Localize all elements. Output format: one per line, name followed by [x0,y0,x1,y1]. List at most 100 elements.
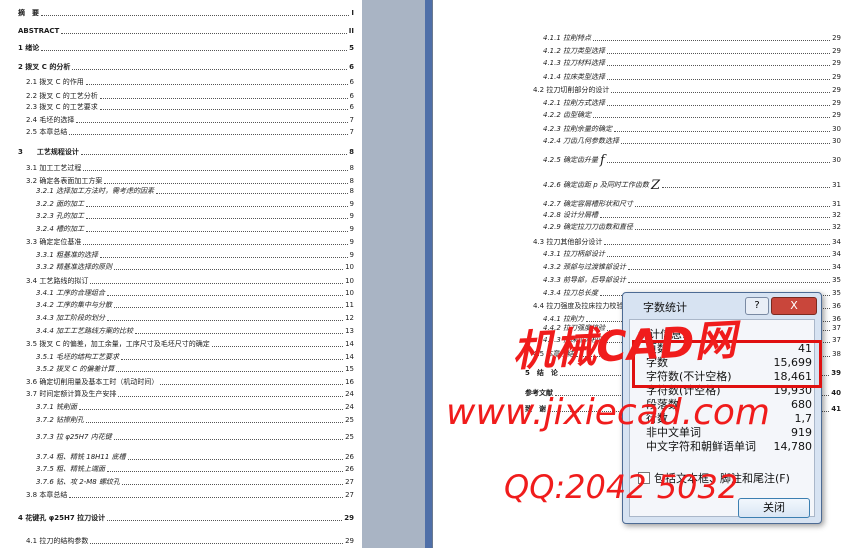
toc-entry-page: 10 [345,277,354,285]
toc-entry-page: 8 [349,187,354,195]
watermark-title: 机械CAD网 [511,315,738,376]
toc-leader-dots [107,520,343,521]
toc-entry[interactable]: 3 工艺规程设计 8 [18,147,354,158]
toc-entry[interactable]: 3.7.4 粗、精铣 18H11 底槽 26 [18,452,354,463]
toc-entry[interactable]: 4.2.7 确定容屑槽形状和尺寸 31 [525,199,841,210]
toc-entry[interactable]: 2.4 毛坯的选择 7 [18,115,354,126]
toc-leader-dots [607,256,831,257]
toc-leader-dots [607,65,831,66]
toc-entry[interactable]: 3.8 本章总结 27 [18,490,354,501]
help-button[interactable]: ? [745,297,769,315]
toc-entry[interactable]: 4.3.3 前导部，后导部设计 35 [525,275,841,286]
toc-entry-title: 4.3.3 前导部，后导部设计 [543,276,627,284]
toc-entry[interactable]: 4.2.4 刀齿几何参数选择 30 [525,136,841,147]
toc-entry-page: 15 [345,365,354,373]
toc-entry[interactable]: 3.4.1 工序的合理组合 10 [18,288,354,299]
toc-leader-dots [86,231,348,232]
toc-entry[interactable]: 2.3 拨叉 C 的工艺要求 6 [18,102,354,113]
toc-entry[interactable]: 4.1.1 拉削特点 29 [525,33,841,44]
toc-entry[interactable]: 3.4.4 加工工艺路线方案的比较 13 [18,326,354,337]
toc-entry[interactable]: ABSTRACT II [18,26,354,37]
toc-leader-dots [661,187,831,188]
toc-entry-page: 29 [832,99,841,107]
toc-leader-dots [114,307,344,308]
toc-entry[interactable]: 4.2 拉刀切削部分的设计 29 [525,85,841,96]
close-icon[interactable]: X [771,297,817,315]
toc-entry-page: 8 [349,164,354,172]
toc-entry[interactable]: 2.2 拨叉 C 的工艺分析 6 [18,91,354,102]
toc-entry[interactable]: 3.7 时间定额计算及生产安排 24 [18,389,354,400]
toc-entry[interactable]: 4.2.3 拉削余量的确定 30 [525,124,841,135]
toc-leader-dots [107,320,344,321]
toc-leader-dots [621,143,831,144]
toc-entry[interactable]: 4.2.2 齿型确定 29 [525,110,841,121]
toc-entry[interactable]: 3.6 确定切削用量及基本工时（机动时间） 16 [18,377,354,388]
toc-entry[interactable]: 3.3 确定定位基准 9 [18,237,354,248]
toc-entry-title: 4.1.2 拉刀类型选择 [543,47,606,55]
toc-entry[interactable]: 2.5 本章总结 7 [18,127,354,138]
toc-entry[interactable]: 4.2.1 拉削方式选择 29 [525,98,841,109]
toc-entry-page: 32 [832,211,841,219]
split-view-divider[interactable] [425,0,432,548]
toc-entry[interactable]: 4.2.5 确定齿升量 f 30 [525,154,841,167]
toc-entry[interactable]: 4.1.3 拉刀材料选择 29 [525,58,841,69]
toc-entry[interactable]: 4.2.9 确定拉刀刀齿数和直径 32 [525,222,841,233]
toc-entry[interactable]: 3.4 工艺路线的拟订 10 [18,276,354,287]
toc-entry[interactable]: 3.5.2 拨叉 C 的偏差计算 15 [18,364,354,375]
toc-entry[interactable]: 4.3.1 拉刀柄部设计 34 [525,249,841,260]
toc-entry-page: 30 [832,137,841,145]
toc-entry-title: 3.2.2 面的加工 [36,200,85,208]
toc-leader-dots [160,384,344,385]
toc-entry-title: 4.2.9 确定拉刀刀齿数和直径 [543,223,634,231]
toc-entry[interactable]: 4.2.6 确定齿距 p 及同时工作齿数 Z 31 [525,179,841,192]
toc-entry[interactable]: 3.1 加工工艺过程 8 [18,163,354,174]
toc-entry-title: 4.2.7 确定容屑槽形状和尺寸 [543,200,634,208]
toc-entry-page: 29 [832,59,841,67]
toc-leader-dots [614,131,831,132]
toc-entry[interactable]: 3.2.2 面的加工 9 [18,199,354,210]
toc-entry[interactable]: 3.2.4 槽的加工 9 [18,224,354,235]
toc-leader-dots [635,229,831,230]
toc-entry[interactable]: 4.1 拉刀的结构参数 29 [18,536,354,547]
toc-entry[interactable]: 3.3.2 精基准选择的原则 10 [18,262,354,273]
toc-entry-page: 16 [345,378,354,386]
toc-entry[interactable]: 4.1.2 拉刀类型选择 29 [525,46,841,57]
toc-entry[interactable]: 4.3 拉刀其他部分设计 34 [525,237,841,248]
toc-entry-page: 6 [349,63,354,71]
toc-entry[interactable]: 3.5 拨叉 C 的偏差，加工余量，工序尺寸及毛坯尺寸的确定 14 [18,339,354,350]
watermark-url: www.jixiecad.com [446,392,770,433]
toc-leader-dots [107,295,344,296]
toc-entry[interactable]: 4.3.2 颈部与过渡锥部设计 34 [525,262,841,273]
toc-entry[interactable]: 3.4.2 工序的集中与分散 11 [18,300,354,311]
toc-entry-page: 9 [349,238,354,246]
toc-entry-page: 41 [831,405,841,413]
toc-entry[interactable]: 2 拨叉 C 的分析 6 [18,62,354,73]
toc-entry-page: 24 [345,403,354,411]
toc-entry[interactable]: 3.2.3 孔的加工 9 [18,211,354,222]
close-button[interactable]: 关闭 [738,498,810,518]
toc-entry[interactable]: 1 绪论 5 [18,43,354,54]
toc-entry[interactable]: 3.3.1 粗基准的选择 9 [18,250,354,261]
toc-entry[interactable]: 4.1.4 拉床类型选择 29 [525,72,841,83]
toc-entry[interactable]: 4 花键孔 φ25H7 拉刀设计 29 [18,513,354,524]
toc-entry-page: 31 [832,200,841,208]
toc-entry[interactable]: 3.7.1 铣削面 24 [18,402,354,413]
toc-entry[interactable]: 3.7.3 拉 φ25H7 内花键 25 [18,432,354,443]
toc-leader-dots [76,122,348,123]
toc-leader-dots [86,218,348,219]
toc-entry[interactable]: 3.2.1 选择加工方法时，需考虑的因素 8 [18,186,354,197]
toc-entry[interactable]: 4.2.8 设计分屑槽 32 [525,210,841,221]
toc-leader-dots [593,117,831,118]
toc-entry[interactable]: 摘 要I [18,8,354,19]
toc-entry[interactable]: 3.7.2 钻擦削孔 25 [18,415,354,426]
toc-entry[interactable]: 3.7.5 粗、精铣上端面 26 [18,464,354,475]
toc-entry[interactable]: 2.1 拨叉 C 的作用 6 [18,77,354,88]
toc-entry-title: 3.1 加工工艺过程 [26,164,82,172]
toc-entry-page: I [351,9,354,17]
toc-entry-page: 12 [345,314,354,322]
toc-entry[interactable]: 3.7.6 钻、攻 2-M8 螺纹孔 27 [18,477,354,488]
toc-entry[interactable]: 3.5.1 毛坯的结构工艺要求 14 [18,352,354,363]
toc-entry-title: 4.2.5 确定齿升量 [543,156,599,164]
toc-entry[interactable]: 3.4.3 加工阶段的划分 12 [18,313,354,324]
toc-entry-page: 29 [832,111,841,119]
